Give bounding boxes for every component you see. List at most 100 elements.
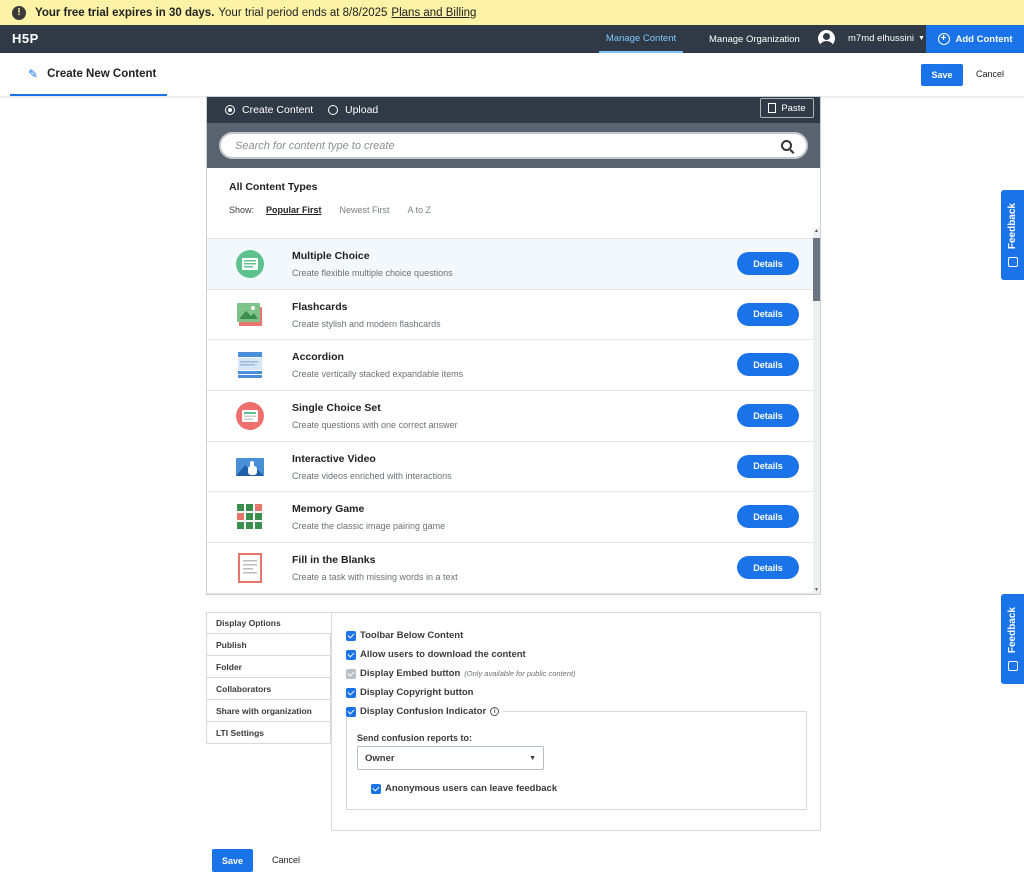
list-scrollbar[interactable]: ▲ ▼	[813, 228, 820, 594]
item-desc: Create stylish and modern flashcards	[292, 318, 441, 329]
details-button[interactable]: Details	[737, 302, 799, 326]
scroll-down-icon[interactable]: ▼	[813, 587, 820, 594]
search-input[interactable]: Search for content type to create	[219, 132, 808, 159]
tab-lti-settings[interactable]: LTI Settings	[206, 722, 331, 744]
scrollbar-thumb[interactable]	[813, 238, 820, 301]
memory-game-icon	[237, 504, 262, 530]
list-item[interactable]: Fill in the Blanks Create a task with mi…	[207, 543, 813, 594]
list-item[interactable]: Interactive Video Create videos enriched…	[207, 442, 813, 493]
details-button[interactable]: Details	[737, 556, 799, 580]
chevron-down-icon: ▼	[918, 35, 925, 42]
details-button[interactable]: Details	[737, 404, 799, 428]
embed-label: Display Embed button	[360, 668, 461, 679]
content-types-header: All Content Types Show: Popular First Ne…	[207, 168, 820, 230]
tab-folder[interactable]: Folder	[206, 656, 331, 678]
feedback-icon	[1007, 257, 1018, 268]
content-hub: Create Content Upload Paste Search for c…	[206, 96, 821, 595]
item-title: Flashcards	[292, 300, 348, 313]
tab-share-with-organization[interactable]: Share with organization	[206, 700, 331, 722]
info-icon[interactable]: i	[490, 707, 500, 716]
checkbox-checked[interactable]	[371, 783, 381, 794]
scroll-up-icon[interactable]: ▲	[813, 228, 820, 235]
h5p-logo[interactable]: H5P	[12, 31, 39, 46]
paste-label: Paste	[781, 102, 806, 114]
list-item[interactable]: Memory Game Create the classic image pai…	[207, 492, 813, 544]
create-content-radio[interactable]: Create Content	[225, 104, 313, 116]
list-item[interactable]: Single Choice Set Create questions with …	[207, 391, 813, 442]
paste-button[interactable]: Paste	[760, 98, 814, 118]
details-button[interactable]: Details	[737, 505, 799, 529]
list-item[interactable]: Accordion Create vertically stacked expa…	[207, 340, 813, 392]
search-icon[interactable]	[781, 140, 792, 151]
page-title-tab: ✎ Create New Content	[10, 53, 167, 96]
toolbar-label: Toolbar Below Content	[360, 630, 464, 641]
feedback-icon	[1007, 661, 1018, 672]
confusion-indicator-option[interactable]: Display Confusion Indicator i	[346, 706, 504, 717]
toolbar-below-content-option[interactable]: Toolbar Below Content	[346, 630, 463, 641]
item-desc: Create vertically stacked expandable ite…	[292, 369, 464, 380]
radio-selected-icon	[225, 105, 235, 115]
checkbox-checked[interactable]	[346, 649, 356, 660]
clipboard-icon	[768, 103, 777, 113]
checkbox-disabled	[346, 668, 356, 679]
add-content-button[interactable]: + Add Content	[926, 25, 1024, 53]
feedback-tab-top[interactable]: Feedback	[1001, 190, 1024, 280]
tab-collaborators[interactable]: Collaborators	[206, 678, 331, 700]
tab-publish[interactable]: Publish	[206, 634, 331, 656]
details-button[interactable]: Details	[737, 353, 799, 377]
item-title: Accordion	[292, 351, 344, 364]
single-choice-set-icon	[236, 402, 264, 431]
copyright-label: Display Copyright button	[360, 687, 474, 698]
sort-newest-first[interactable]: Newest First	[340, 205, 390, 215]
save-button-top[interactable]: Save	[921, 64, 963, 86]
upload-radio[interactable]: Upload	[328, 104, 378, 116]
nav-manage-organization[interactable]: Manage Organization	[709, 25, 800, 53]
nav-manage-content[interactable]: Manage Content	[599, 25, 683, 53]
list-item[interactable]: Flashcards Create stylish and modern fla…	[207, 290, 813, 341]
checkbox-checked[interactable]	[346, 630, 356, 641]
save-button-bottom[interactable]: Save	[212, 849, 253, 872]
plans-billing-link[interactable]: Plans and Billing	[391, 7, 476, 19]
anonymous-feedback-option[interactable]: Anonymous users can leave feedback	[371, 783, 557, 794]
cancel-button-top[interactable]: Cancel	[976, 69, 1004, 79]
send-reports-select[interactable]: Owner ▼	[357, 746, 544, 770]
search-placeholder: Search for content type to create	[235, 139, 395, 152]
cancel-button-bottom[interactable]: Cancel	[272, 855, 300, 865]
add-content-label: Add Content	[955, 33, 1013, 45]
anonymous-label: Anonymous users can leave feedback	[385, 783, 558, 794]
confusion-settings-box: Send confusion reports to: Owner ▼ Anony…	[346, 711, 807, 810]
page-title: Create New Content	[47, 67, 157, 80]
feedback-label: Feedback	[1007, 606, 1018, 654]
sort-options: Show: Popular First Newest First A to Z	[229, 205, 798, 215]
item-title: Multiple Choice	[292, 250, 370, 262]
checkbox-checked[interactable]	[346, 706, 356, 717]
item-desc: Create the classic image pairing game	[292, 521, 446, 532]
send-reports-value: Owner	[365, 752, 395, 764]
item-title: Interactive Video	[292, 452, 376, 465]
search-bar-area: Search for content type to create	[207, 123, 820, 168]
display-copyright-option[interactable]: Display Copyright button	[346, 687, 473, 698]
feedback-tab-bottom[interactable]: Feedback	[1001, 594, 1024, 684]
trial-banner: ! Your free trial expires in 30 days. Yo…	[0, 0, 1024, 25]
list-item[interactable]: Multiple Choice Create flexible multiple…	[207, 239, 813, 290]
sort-a-to-z[interactable]: A to Z	[408, 205, 432, 215]
item-title: Fill in the Blanks	[292, 554, 376, 567]
item-desc: Create videos enriched with interactions	[292, 470, 452, 481]
tab-display-options[interactable]: Display Options	[206, 612, 331, 634]
content-options: Display Options Publish Folder Collabora…	[206, 612, 821, 831]
flashcards-icon	[237, 302, 262, 326]
pencil-icon: ✎	[28, 66, 39, 81]
details-button[interactable]: Details	[737, 454, 799, 478]
user-menu[interactable]: m7md elhussini ▼	[818, 30, 925, 47]
allow-download-option[interactable]: Allow users to download the content	[346, 649, 526, 660]
upload-label: Upload	[345, 104, 379, 116]
fill-in-the-blanks-icon	[238, 553, 262, 584]
options-tabs: Display Options Publish Folder Collabora…	[206, 612, 331, 744]
checkbox-checked[interactable]	[346, 687, 356, 698]
sort-popular-first[interactable]: Popular First	[266, 205, 322, 215]
chevron-down-icon: ▼	[529, 754, 536, 762]
hub-top-bar: Create Content Upload Paste	[207, 97, 820, 123]
accordion-icon	[238, 352, 262, 379]
content-type-list: Multiple Choice Create flexible multiple…	[207, 238, 813, 594]
details-button[interactable]: Details	[737, 252, 799, 275]
